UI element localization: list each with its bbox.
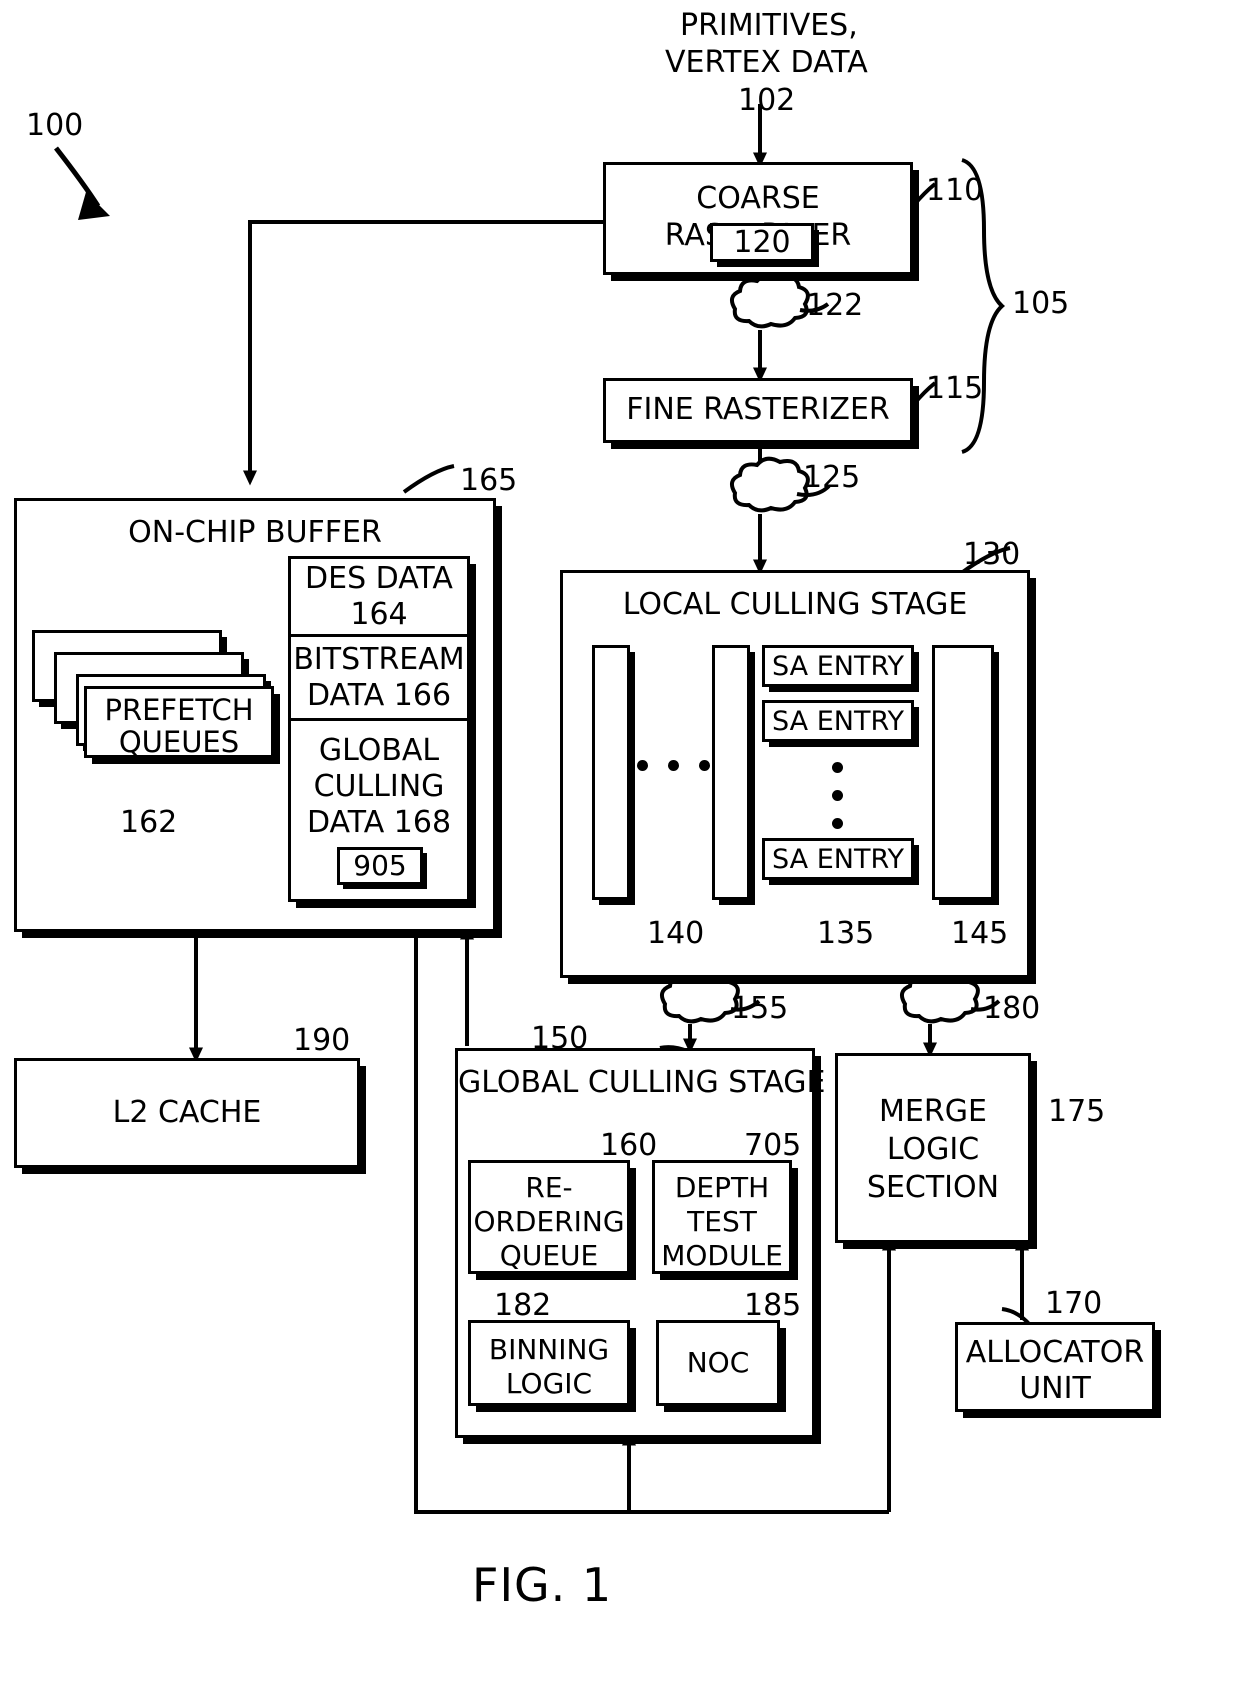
buffer-data-table: DES DATA 164 BITSTREAM DATA 166 GLOBAL C… bbox=[288, 556, 470, 902]
ref-cloud-122: 122 bbox=[806, 288, 864, 323]
ref-culling-columns-140: 140 bbox=[647, 916, 705, 951]
merge-logic-section-box[interactable]: MERGE LOGIC SECTION bbox=[835, 1053, 1031, 1243]
input-label-line1: PRIMITIVES, bbox=[680, 8, 858, 43]
allocator-unit-line2: UNIT bbox=[1019, 1371, 1091, 1406]
noc-label: NOC bbox=[686, 1345, 750, 1379]
buffer-data-cell-des: DES DATA 164 bbox=[291, 559, 467, 637]
binning-logic-line2: LOGIC bbox=[505, 1367, 593, 1400]
path-coarse-to-onchip-buffer bbox=[243, 220, 603, 486]
patent-figure-1: 100 PRIMITIVES, VERTEX DATA 102 COARSE R… bbox=[0, 0, 1240, 1698]
merge-logic-line3: SECTION bbox=[866, 1170, 1000, 1205]
noc-box[interactable]: NOC bbox=[656, 1320, 780, 1406]
on-chip-buffer-label: ON-CHIP BUFFER bbox=[128, 515, 382, 550]
l2-cache-box[interactable]: L2 CACHE bbox=[14, 1058, 360, 1168]
ref-reordering-queue-160: 160 bbox=[600, 1128, 658, 1163]
buffer-data-des-line1: DES DATA bbox=[305, 560, 453, 596]
ref-input-102: 102 bbox=[738, 83, 796, 118]
depth-test-module-line3: MODULE bbox=[661, 1239, 783, 1272]
culling-column-bar-left bbox=[592, 645, 630, 900]
ref-culling-column-145: 145 bbox=[951, 916, 1009, 951]
depth-test-module-line2: TEST bbox=[687, 1205, 757, 1238]
buffer-data-cell-bitstream: BITSTREAM DATA 166 bbox=[291, 637, 467, 721]
buffer-data-des-line2: 164 bbox=[350, 596, 408, 632]
cloud-122 bbox=[729, 272, 810, 329]
merge-logic-line1: MERGE bbox=[879, 1094, 987, 1129]
buffer-data-bitstream-line2: DATA 166 bbox=[306, 677, 452, 713]
prefetch-queues-line2: QUEUES bbox=[118, 725, 240, 759]
cloud-125 bbox=[729, 456, 810, 513]
ref-rasterizer-group-105: 105 bbox=[1012, 286, 1070, 321]
culling-column-bar-right bbox=[712, 645, 750, 900]
ref-cloud-155: 155 bbox=[731, 991, 789, 1026]
depth-test-module-box[interactable]: DEPTH TEST MODULE bbox=[652, 1160, 792, 1274]
ref-depth-test-module-705: 705 bbox=[744, 1128, 802, 1163]
merge-logic-line2: LOGIC bbox=[886, 1132, 980, 1167]
ref-l2-cache-190: 190 bbox=[293, 1023, 351, 1058]
ref-prefetch-queues-162: 162 bbox=[120, 805, 178, 840]
allocator-unit-box[interactable]: ALLOCATOR UNIT bbox=[955, 1322, 1155, 1412]
buffer-data-global-line2: CULLING bbox=[313, 769, 445, 804]
ref-binning-logic-182: 182 bbox=[494, 1288, 552, 1323]
reordering-queue-line1: RE- bbox=[525, 1171, 573, 1204]
figure-caption: FIG. 1 bbox=[472, 1558, 613, 1612]
ref-global-culling-stage-150: 150 bbox=[531, 1021, 589, 1056]
ref-sa-entries-135: 135 bbox=[817, 916, 875, 951]
buffer-inner-ref-905: 905 bbox=[337, 847, 423, 885]
reordering-queue-line2: ORDERING bbox=[473, 1205, 625, 1238]
sa-entry-3[interactable]: SA ENTRY bbox=[762, 838, 914, 880]
prefetch-queues-line1: PREFETCH bbox=[104, 693, 254, 727]
coarse-rasterizer-box[interactable]: COARSE RASTERIZER 120 bbox=[603, 162, 913, 275]
buffer-data-global-line1: GLOBAL bbox=[318, 733, 440, 768]
input-label-line2: VERTEX DATA bbox=[665, 45, 868, 80]
reordering-queue-box[interactable]: RE- ORDERING QUEUE bbox=[468, 1160, 630, 1274]
ref-coarse-rasterizer-110: 110 bbox=[926, 173, 984, 208]
ref-cloud-180: 180 bbox=[983, 991, 1041, 1026]
reordering-queue-line3: QUEUE bbox=[499, 1239, 599, 1272]
ref-local-culling-stage-130: 130 bbox=[963, 537, 1021, 572]
ref-noc-185: 185 bbox=[744, 1288, 802, 1323]
coarse-rasterizer-inner-120: 120 bbox=[710, 223, 814, 262]
depth-test-module-line1: DEPTH bbox=[674, 1171, 770, 1204]
l2-cache-label: L2 CACHE bbox=[112, 1094, 262, 1130]
ref-on-chip-buffer-165: 165 bbox=[460, 463, 518, 498]
local-culling-stage-label: LOCAL CULLING STAGE bbox=[622, 587, 968, 622]
ref-fine-rasterizer-115: 115 bbox=[926, 371, 984, 406]
ref-merge-logic-175: 175 bbox=[1048, 1094, 1106, 1129]
binning-logic-line1: BINNING bbox=[488, 1333, 610, 1366]
prefetch-queues-box[interactable]: PREFETCH QUEUES bbox=[84, 686, 274, 759]
ref-allocator-unit-170: 170 bbox=[1045, 1286, 1103, 1321]
sa-entry-2[interactable]: SA ENTRY bbox=[762, 700, 914, 742]
fine-rasterizer-box[interactable]: FINE RASTERIZER bbox=[603, 378, 913, 443]
allocator-unit-line1: ALLOCATOR bbox=[965, 1335, 1145, 1370]
culling-column-bar-145 bbox=[932, 645, 994, 900]
ref-cloud-125: 125 bbox=[803, 460, 861, 495]
buffer-data-global-line3: DATA 168 bbox=[306, 805, 452, 840]
sa-entry-ellipsis-icon bbox=[832, 762, 843, 829]
culling-column-ellipsis-icon bbox=[637, 760, 710, 771]
buffer-data-cell-global-culling: GLOBAL CULLING DATA 168 905 bbox=[291, 721, 467, 899]
fine-rasterizer-label: FINE RASTERIZER bbox=[626, 392, 890, 428]
ref-system-100: 100 bbox=[26, 108, 84, 143]
binning-logic-box[interactable]: BINNING LOGIC bbox=[468, 1320, 630, 1406]
global-culling-stage-label: GLOBAL CULLING STAGE bbox=[458, 1065, 826, 1100]
buffer-data-bitstream-line1: BITSTREAM bbox=[293, 641, 465, 677]
sa-entry-1[interactable]: SA ENTRY bbox=[762, 645, 914, 687]
